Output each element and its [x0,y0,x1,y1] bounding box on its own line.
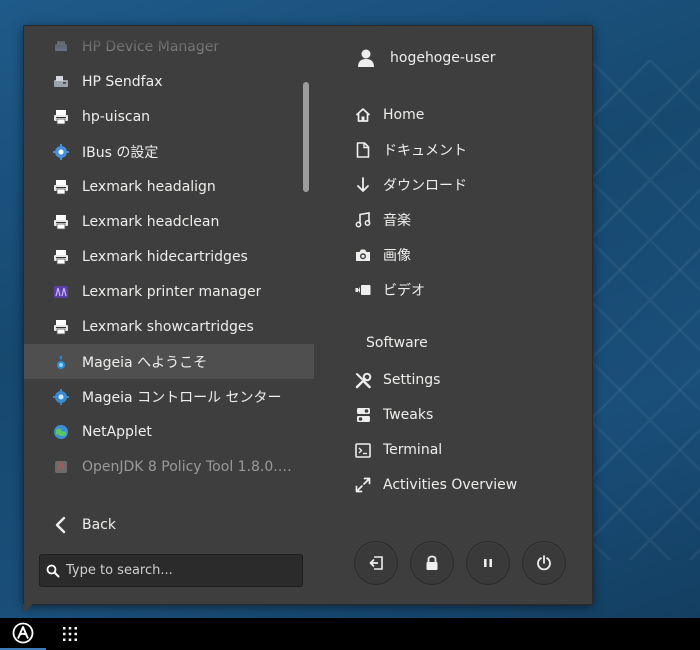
app-item-label: Lexmark hidecartridges [82,248,248,265]
app-item-lexmark-headalign[interactable]: Lexmark headalign [24,169,314,204]
power-icon [536,555,552,571]
app-item-lexmark-printer-manager[interactable]: Lexmark printer manager [24,274,314,309]
apps-grid-icon [62,626,78,642]
app-item-label: IBus の設定 [82,144,159,161]
place-label: ダウンロード [383,178,467,194]
logout-icon [368,555,384,571]
software-terminal[interactable]: Terminal [354,436,442,464]
place-documents[interactable]: ドキュメント [354,136,467,164]
app-item-mageia-control-center[interactable]: Mageia コントロール センター [24,379,314,414]
lock-button[interactable] [410,541,454,585]
user-account-button[interactable]: hogehoge-user [356,48,495,68]
applications-menu: HP Device Manager HP Sendfax hp-uiscan I… [23,25,593,605]
arch-logo-icon [12,622,34,644]
netapplet-globe-icon [52,423,70,441]
place-home[interactable]: Home [354,101,424,129]
software-label: Settings [383,372,441,388]
logout-button[interactable] [354,541,398,585]
home-icon [354,107,372,123]
printer-icon [52,248,70,266]
app-item-hp-sendfax[interactable]: HP Sendfax [24,64,314,99]
terminal-icon [354,442,372,458]
java-policy-icon [52,458,70,476]
app-item-lexmark-showcartridges[interactable]: Lexmark showcartridges [24,309,314,344]
pause-icon [483,557,493,569]
place-pictures[interactable]: 画像 [354,241,411,269]
printer-icon [52,108,70,126]
app-item-label: Lexmark headclean [82,213,220,230]
software-settings[interactable]: Settings [354,366,440,394]
taskbar-show-apps-button[interactable] [54,618,86,650]
software-label: Activities Overview [383,477,518,493]
taskbar [0,618,700,650]
app-item-label: hp-uiscan [82,108,151,125]
place-label: Home [383,107,425,123]
fax-icon [52,73,70,91]
music-icon [354,212,372,228]
app-item-hp-uiscan[interactable]: hp-uiscan [24,99,314,134]
app-item-netapplet[interactable]: NetApplet [24,414,314,449]
place-downloads[interactable]: ダウンロード [354,171,467,199]
user-icon [356,48,376,68]
chevron-left-icon [54,516,66,534]
app-item-ibus-settings[interactable]: IBus の設定 [24,134,314,169]
app-item-label: NetApplet [82,423,152,440]
app-item-hp-device-manager[interactable]: HP Device Manager [24,29,314,64]
document-icon [354,142,372,158]
settings-tools-icon [354,372,372,389]
place-label: ビデオ [383,283,425,299]
app-item-label: Lexmark printer manager [82,283,262,300]
app-item-lexmark-hidecartridges[interactable]: Lexmark hidecartridges [24,239,314,274]
app-item-label: Mageia へようこそ [82,354,208,371]
software-tweaks[interactable]: Tweaks [354,401,433,429]
place-label: ドキュメント [383,143,467,159]
app-item-label: OpenJDK 8 Policy Tool 1.8.0.… [82,458,292,475]
apps-list[interactable]: HP Device Manager HP Sendfax hp-uiscan I… [24,26,314,501]
app-item-label: Mageia コントロール センター [82,389,282,406]
user-name: hogehoge-user [390,50,496,66]
hp-device-manager-icon [52,38,70,56]
taskbar-applications-menu-button[interactable] [0,618,46,650]
software-section-label: Software [366,335,428,351]
search-icon [46,564,60,578]
place-videos[interactable]: ビデオ [354,276,425,304]
ibus-gear-icon [52,143,70,161]
printer-icon [52,318,70,336]
mageia-icon [52,353,70,371]
lock-icon [425,555,439,571]
printer-icon [52,213,70,231]
place-label: 音楽 [383,213,411,229]
app-item-lexmark-headclean[interactable]: Lexmark headclean [24,204,314,239]
control-center-gear-icon [52,388,70,406]
menu-pointer-tail [23,604,33,614]
search-input[interactable] [66,563,291,578]
power-button[interactable] [522,541,566,585]
video-icon [354,284,372,296]
back-button[interactable]: Back [54,510,116,540]
search-box[interactable] [39,554,303,587]
suspend-button[interactable] [466,541,510,585]
app-item-label: Lexmark showcartridges [82,318,254,335]
printer-icon [52,178,70,196]
desktop-background-pattern [590,60,700,560]
activities-expand-icon [354,477,372,493]
place-label: 画像 [383,248,411,264]
lexmark-manager-icon [52,283,70,301]
software-activities-overview[interactable]: Activities Overview [354,471,517,499]
app-item-label: HP Device Manager [82,38,220,55]
place-music[interactable]: 音楽 [354,206,411,234]
camera-icon [354,248,372,262]
download-icon [354,177,372,193]
apps-scrollbar[interactable] [303,82,309,192]
software-label: Terminal [383,442,443,458]
back-label: Back [82,517,116,533]
software-label: Tweaks [383,407,434,423]
app-item-openjdk-policy-tool[interactable]: OpenJDK 8 Policy Tool 1.8.0.… [24,449,314,484]
app-item-label: Lexmark headalign [82,178,216,195]
app-item-label: HP Sendfax [82,73,163,90]
tweaks-icon [354,407,372,423]
app-item-mageia-welcome[interactable]: Mageia へようこそ [24,344,314,379]
